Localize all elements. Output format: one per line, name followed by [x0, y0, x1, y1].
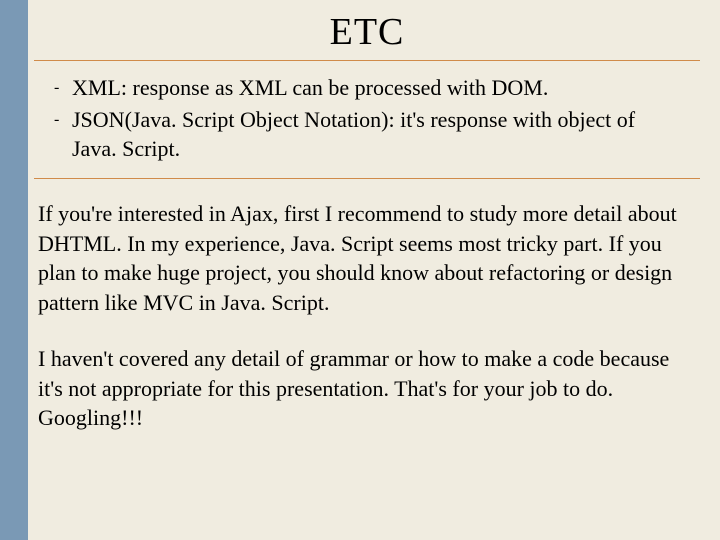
left-accent-bar	[0, 0, 28, 540]
paragraph: I haven't covered any detail of grammar …	[38, 344, 680, 433]
slide-title: ETC	[34, 0, 700, 60]
list-item: - JSON(Java. Script Object Notation): it…	[54, 105, 680, 164]
paragraphs: If you're interested in Ajax, first I re…	[34, 179, 700, 433]
bullet-dash-icon: -	[54, 105, 72, 164]
paragraph: If you're interested in Ajax, first I re…	[38, 199, 680, 318]
list-item: - XML: response as XML can be processed …	[54, 73, 680, 103]
slide-content: ETC - XML: response as XML can be proces…	[34, 0, 720, 433]
bullet-dash-icon: -	[54, 73, 72, 103]
bullet-text: JSON(Java. Script Object Notation): it's…	[72, 105, 680, 164]
bullet-list: - XML: response as XML can be processed …	[34, 61, 700, 178]
bullet-text: XML: response as XML can be processed wi…	[72, 73, 680, 103]
